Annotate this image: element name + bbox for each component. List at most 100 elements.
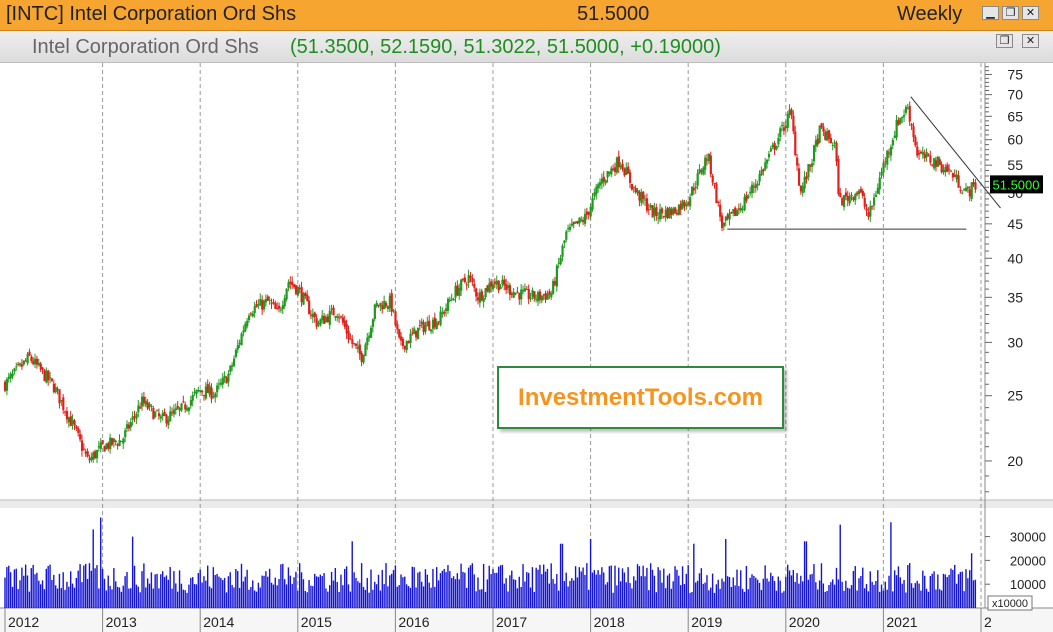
candle-body: [916, 146, 919, 156]
candle-body: [64, 411, 67, 413]
x-tick-label: 2015: [301, 614, 332, 630]
candle-body: [110, 438, 114, 445]
candle-body: [649, 204, 652, 208]
candle-body: [443, 311, 446, 314]
candle-body: [272, 302, 275, 304]
candle-body: [341, 317, 345, 323]
candle-body: [370, 327, 373, 338]
candle-body: [555, 265, 559, 287]
candle-body: [296, 286, 299, 296]
candle-body: [30, 356, 33, 361]
candle-body: [11, 373, 14, 377]
candle-body: [670, 209, 673, 216]
candle-body: [604, 179, 607, 184]
candle-body: [41, 367, 44, 370]
candle-body: [317, 323, 320, 325]
candle-body: [914, 136, 917, 146]
candle-body: [627, 166, 630, 174]
candle-body: [565, 231, 568, 240]
candle-body: [35, 358, 39, 365]
candle-body: [803, 176, 806, 189]
candle-body: [112, 438, 116, 442]
candle-body: [86, 451, 89, 457]
candle-body: [124, 430, 127, 438]
candle-body: [886, 150, 889, 165]
candle-body: [929, 155, 932, 163]
candle-body: [304, 293, 307, 297]
candle-body: [694, 186, 697, 189]
pane-close-button[interactable]: ✕: [1022, 34, 1039, 48]
candle-body: [707, 154, 711, 162]
candle-body: [743, 197, 746, 211]
x-tick-label: 2018: [594, 614, 625, 630]
candle-body: [490, 281, 493, 287]
candle-body: [531, 290, 534, 297]
candle-body: [135, 413, 138, 419]
x-tick-label: 2019: [691, 614, 722, 630]
candle-body: [144, 400, 147, 405]
volume-tick-label: 20000: [1010, 553, 1046, 568]
candle-body: [527, 288, 530, 300]
candle-body: [617, 156, 620, 168]
candle-body: [561, 245, 564, 257]
candle-body: [156, 410, 159, 412]
candle-body: [848, 196, 851, 204]
y-tick-label: 20: [1007, 453, 1023, 469]
candle-body: [754, 184, 757, 189]
candle-body: [358, 344, 361, 355]
candle-body: [137, 405, 140, 413]
candle-body: [418, 324, 421, 326]
candle-body: [248, 315, 251, 320]
pane-restore-button[interactable]: ❐: [996, 34, 1013, 48]
candle-body: [516, 291, 519, 293]
candle-body: [702, 167, 705, 175]
candle-body: [503, 279, 506, 286]
candle-body: [724, 217, 727, 221]
candle-body: [912, 126, 915, 138]
candle-body: [623, 168, 626, 176]
candle-body: [409, 333, 412, 344]
candle-body: [400, 336, 403, 341]
candle-body: [970, 182, 973, 199]
candle-body: [259, 299, 262, 306]
candle-body: [741, 209, 744, 211]
candle-body: [129, 422, 132, 428]
candle-body: [5, 379, 9, 391]
candle-body: [281, 305, 284, 310]
candle-body: [189, 400, 193, 406]
price-chart[interactable]: 2012 2013 2014 2015 2016 2017 2018 2019 2020 2021…: [0, 63, 1053, 632]
candle-body: [537, 291, 540, 302]
candle-body: [97, 446, 101, 448]
minimize-button[interactable]: ▁: [982, 6, 999, 20]
y-tick-label: 75: [1007, 66, 1023, 82]
period-label[interactable]: Weekly: [897, 3, 962, 26]
candle-body: [452, 298, 455, 301]
candle-body: [546, 293, 549, 300]
candle-body: [773, 143, 776, 150]
candle-body: [287, 282, 290, 288]
candle-body: [127, 424, 131, 429]
candle-body: [118, 439, 121, 446]
candle-body: [567, 228, 570, 230]
candle-body: [441, 312, 444, 315]
candle-body: [841, 198, 844, 206]
close-button[interactable]: ✕: [1022, 6, 1039, 20]
candle-body: [13, 368, 16, 372]
candle-body: [71, 419, 74, 424]
candle-body: [659, 209, 662, 220]
candle-body: [814, 140, 818, 147]
candle-body: [309, 314, 313, 316]
candle-body: [246, 320, 249, 327]
candle-body: [874, 194, 878, 197]
candle-body: [26, 354, 29, 364]
candle-body: [311, 313, 315, 318]
candle-body: [827, 130, 831, 139]
candle-body: [542, 294, 545, 296]
candle-body: [407, 340, 410, 344]
candle-body: [65, 411, 69, 420]
candle-body: [664, 209, 667, 218]
candle-body: [351, 339, 354, 344]
restore-button[interactable]: ❐: [1002, 6, 1019, 20]
candle-body: [497, 280, 500, 291]
candle-body: [672, 208, 675, 215]
